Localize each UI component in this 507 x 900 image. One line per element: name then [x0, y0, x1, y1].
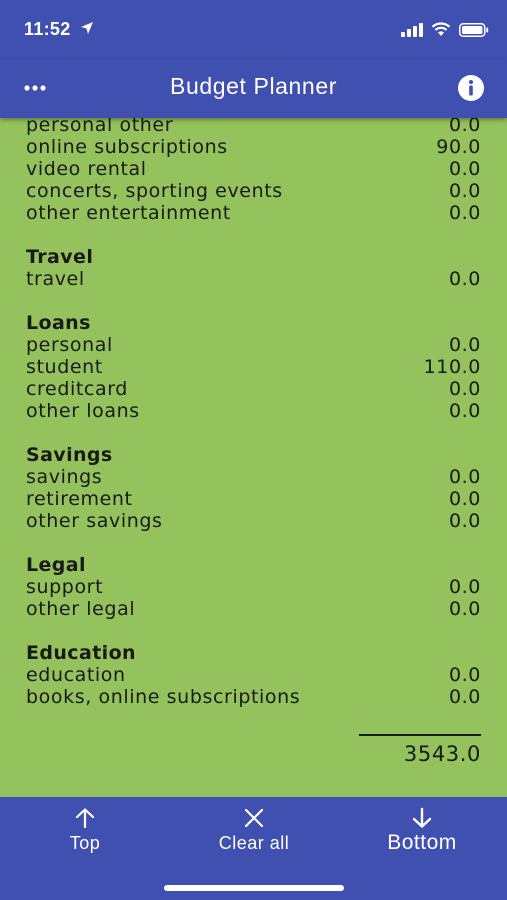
bottom-button[interactable]: Bottom [347, 807, 497, 857]
total-value: 3543.0 [403, 742, 481, 766]
budget-item-label: other entertainment [26, 202, 231, 224]
status-bar: 11:52 [0, 0, 507, 60]
budget-item-value: 0.0 [448, 202, 481, 224]
budget-item-label: travel [26, 268, 85, 290]
budget-list[interactable]: personal other 0.0 online subscriptions 90.… [0, 118, 507, 797]
budget-item-label: other savings [26, 510, 163, 532]
arrow-up-icon [75, 808, 95, 829]
budget-item-label: other legal [26, 598, 136, 620]
budget-item-value: 0.0 [448, 598, 481, 620]
budget-row[interactable]: personal other 0.0 [26, 118, 481, 136]
budget-section: Travel travel 0.0 [26, 246, 481, 290]
close-icon [244, 808, 264, 828]
total-block: 3543.0 [26, 726, 481, 786]
budget-item-label: personal other [26, 118, 174, 136]
status-time-text: 11:52 [24, 19, 71, 39]
section-title: Loans [26, 312, 91, 334]
budget-item-value: 90.0 [436, 136, 481, 158]
budget-item-label: personal [26, 334, 113, 356]
bottom-nav: Top Clear all Bottom [0, 797, 507, 900]
budget-item-value: 0.0 [448, 488, 481, 510]
budget-row[interactable]: concerts, sporting events 0.0 [26, 180, 481, 202]
budget-row[interactable]: other loans 0.0 [26, 400, 481, 422]
page-title: Budget Planner [170, 73, 337, 99]
budget-item-label: support [26, 576, 104, 598]
budget-section: Education education 0.0 books, online subsc… [26, 642, 481, 708]
budget-row[interactable]: other savings 0.0 [26, 510, 481, 532]
budget-row[interactable]: personal 0.0 [26, 334, 481, 356]
budget-item-value: 0.0 [448, 400, 481, 422]
budget-item-label: other loans [26, 400, 140, 422]
budget-row[interactable]: books, online subscriptions 0.0 [26, 686, 481, 708]
info-button[interactable] [457, 74, 485, 102]
budget-item-label: creditcard [26, 378, 128, 400]
budget-list-content: personal other 0.0 online subscriptions 90.… [26, 118, 481, 786]
arrow-down-icon [412, 807, 432, 828]
budget-row[interactable]: other entertainment 0.0 [26, 202, 481, 224]
budget-row[interactable]: retirement 0.0 [26, 488, 481, 510]
budget-item-value: 0.0 [448, 664, 481, 686]
bottom-button-label: Bottom [387, 831, 457, 854]
budget-item-label: retirement [26, 488, 133, 510]
budget-item-label: concerts, sporting events [26, 180, 283, 202]
budget-section: personal other 0.0 online subscriptions 90.… [26, 118, 481, 224]
budget-item-value: 0.0 [448, 686, 481, 708]
budget-item-value: 0.0 [448, 268, 481, 290]
app-header: Budget Planner [0, 60, 507, 118]
budget-row[interactable]: student 110.0 [26, 356, 481, 378]
sections-container: personal other 0.0 online subscriptions 90.… [26, 118, 481, 708]
budget-item-label: education [26, 664, 126, 686]
top-button[interactable]: Top [10, 807, 160, 857]
budget-row[interactable]: online subscriptions 90.0 [26, 136, 481, 158]
budget-section: Savings savings 0.0 retirement 0.0 other savi… [26, 444, 481, 532]
budget-item-value: 110.0 [423, 356, 481, 378]
budget-row[interactable]: support 0.0 [26, 576, 481, 598]
budget-item-value: 0.0 [448, 576, 481, 598]
top-button-label: Top [69, 833, 101, 853]
budget-item-value: 0.0 [448, 118, 481, 136]
cellular-signal-icon [401, 22, 423, 37]
budget-item-value: 0.0 [448, 180, 481, 202]
budget-item-label: video rental [26, 158, 147, 180]
budget-section: Loans personal 0.0 student 110.0 creditcard 0.… [26, 312, 481, 422]
budget-item-value: 0.0 [448, 158, 481, 180]
total-divider [359, 734, 481, 736]
battery-icon [459, 22, 489, 37]
budget-row[interactable]: travel 0.0 [26, 268, 481, 290]
status-time: 11:52 [24, 19, 94, 40]
budget-row[interactable]: education 0.0 [26, 664, 481, 686]
budget-item-value: 0.0 [448, 378, 481, 400]
budget-item-value: 0.0 [448, 510, 481, 532]
budget-section: Legal support 0.0 other legal 0.0 [26, 554, 481, 620]
section-title: Savings [26, 444, 113, 466]
budget-item-label: books, online subscriptions [26, 686, 301, 708]
budget-item-value: 0.0 [448, 334, 481, 356]
budget-item-label: student [26, 356, 103, 378]
status-icons [401, 22, 489, 37]
budget-row[interactable]: video rental 0.0 [26, 158, 481, 180]
location-arrow-icon [80, 22, 93, 34]
section-title: Legal [26, 554, 86, 576]
section-title: Travel [26, 246, 94, 268]
budget-item-value: 0.0 [448, 466, 481, 488]
wifi-icon [431, 22, 451, 36]
budget-row[interactable]: creditcard 0.0 [26, 378, 481, 400]
home-indicator [164, 885, 344, 891]
budget-row[interactable]: other legal 0.0 [26, 598, 481, 620]
info-icon [458, 75, 484, 101]
section-title: Education [26, 642, 136, 664]
budget-item-label: online subscriptions [26, 136, 228, 158]
clear-all-label: Clear all [218, 833, 290, 853]
clear-all-button[interactable]: Clear all [179, 807, 329, 857]
budget-row[interactable]: savings 0.0 [26, 466, 481, 488]
budget-item-label: savings [26, 466, 103, 488]
